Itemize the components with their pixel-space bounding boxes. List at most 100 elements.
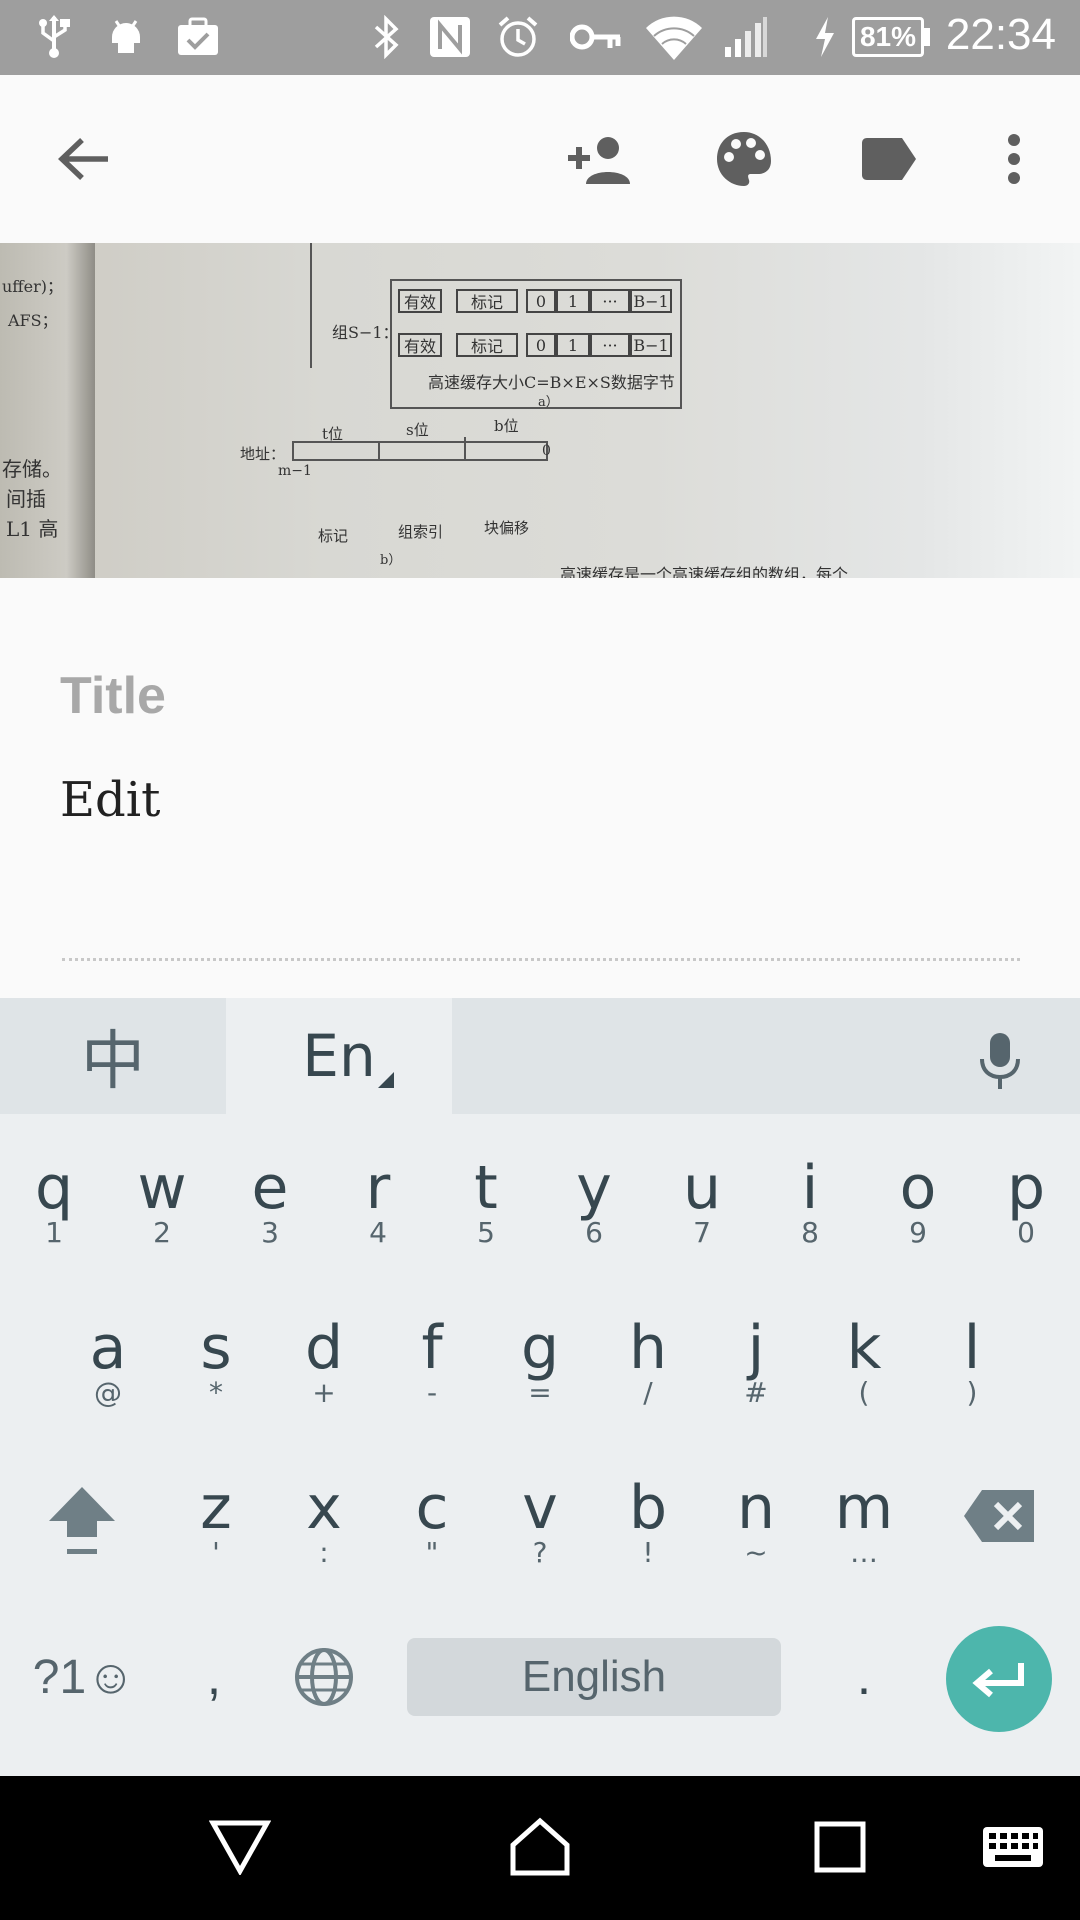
key-x[interactable]: x: xyxy=(270,1464,378,1594)
title-input[interactable]: Title xyxy=(60,666,166,726)
key-e[interactable]: e3 xyxy=(216,1144,324,1274)
enter-key[interactable] xyxy=(946,1626,1052,1732)
key-secondary: ) xyxy=(966,1376,978,1409)
key-y[interactable]: y6 xyxy=(540,1144,648,1274)
recents-icon[interactable] xyxy=(790,1802,890,1892)
key-letter: y xyxy=(576,1153,612,1223)
key-m[interactable]: m… xyxy=(810,1464,918,1594)
key-q[interactable]: q1 xyxy=(0,1144,108,1274)
key-v[interactable]: v? xyxy=(486,1464,594,1594)
key-c[interactable]: c " xyxy=(378,1464,486,1594)
dotted-divider xyxy=(62,958,1020,961)
english-input-tab[interactable]: En xyxy=(226,998,452,1114)
key-t[interactable]: t5 xyxy=(432,1144,540,1274)
usb-icon xyxy=(34,14,74,60)
key-secondary: 9 xyxy=(909,1216,927,1249)
index-segment-label: 组索引 xyxy=(398,523,444,541)
key-secondary: / xyxy=(643,1376,653,1409)
key-secondary: ' xyxy=(212,1536,220,1569)
key-j[interactable]: j # xyxy=(702,1304,810,1434)
key-letter: n xyxy=(736,1473,776,1543)
symbols-emoji-key[interactable]: ?1☺ xyxy=(24,1638,144,1716)
key-f[interactable]: f- xyxy=(378,1304,486,1434)
key-w[interactable]: w2 xyxy=(108,1144,216,1274)
key-g[interactable]: g = xyxy=(486,1304,594,1434)
key-secondary: # xyxy=(744,1376,768,1409)
key-letter: w xyxy=(137,1153,187,1223)
microphone-icon[interactable] xyxy=(965,1026,1035,1096)
key-secondary: 4 xyxy=(369,1216,387,1249)
palette-icon[interactable] xyxy=(704,119,784,199)
period-key[interactable]: . xyxy=(826,1638,902,1716)
key-d[interactable]: d + xyxy=(270,1304,378,1434)
charging-icon xyxy=(810,14,840,60)
key-l[interactable]: l) xyxy=(918,1304,1026,1434)
block-cell: ··· xyxy=(590,333,630,357)
margin-text: 间插 xyxy=(6,487,46,511)
key-letter: d xyxy=(304,1313,344,1383)
comma-key[interactable]: , xyxy=(174,1638,254,1716)
caption-a: a） xyxy=(538,395,559,410)
enter-arrow-icon xyxy=(972,1663,1024,1698)
key-o[interactable]: o9 xyxy=(864,1144,972,1274)
back-triangle-icon[interactable] xyxy=(190,1802,290,1892)
tag-cell: 标记 xyxy=(456,289,518,313)
address-divider xyxy=(378,441,380,461)
key-u[interactable]: u7 xyxy=(648,1144,756,1274)
home-icon[interactable] xyxy=(490,1802,590,1892)
key-secondary: ~ xyxy=(744,1536,768,1569)
key-secondary: 1 xyxy=(45,1216,63,1249)
margin-text: AFS； xyxy=(8,311,58,330)
key-i[interactable]: i8 xyxy=(756,1144,864,1274)
key-n[interactable]: n ~ xyxy=(702,1464,810,1594)
key-a[interactable]: a @ xyxy=(54,1304,162,1434)
clipboard-check-icon xyxy=(174,14,222,60)
nfc-icon xyxy=(426,14,474,60)
key-h[interactable]: h / xyxy=(594,1304,702,1434)
lsb-label: 0 xyxy=(542,443,551,459)
key-b[interactable]: b! xyxy=(594,1464,702,1594)
status-bar: 81% 22:34 xyxy=(0,0,1080,75)
backspace-key[interactable] xyxy=(962,1486,1038,1546)
key-letter: f xyxy=(421,1313,443,1383)
key-secondary: 8 xyxy=(801,1216,819,1249)
b-bits-label: b位 xyxy=(494,417,519,435)
address-divider xyxy=(464,437,466,459)
key-letter: s xyxy=(200,1313,232,1383)
address-bar xyxy=(292,441,548,461)
more-vert-icon[interactable] xyxy=(974,119,1054,199)
key-letter: a xyxy=(89,1313,127,1383)
key-letter: u xyxy=(682,1153,722,1223)
key-letter: r xyxy=(365,1153,391,1223)
note-image[interactable]: uffer)； AFS； 存储。 间插 L1 高 组S−1： 有效 标记 0 1… xyxy=(0,243,1080,578)
key-letter: q xyxy=(34,1153,74,1223)
block-cell: 0 xyxy=(526,333,556,357)
key-p[interactable]: p0 xyxy=(972,1144,1080,1274)
block-cell: ··· xyxy=(590,289,630,313)
label-icon[interactable] xyxy=(848,119,928,199)
key-letter: j xyxy=(747,1313,765,1383)
note-body-input[interactable]: Edit xyxy=(60,772,160,828)
note-toolbar xyxy=(0,75,1080,243)
key-secondary: 6 xyxy=(585,1216,603,1249)
key-secondary: - xyxy=(426,1376,438,1409)
tag-segment-label: 标记 xyxy=(318,527,349,545)
key-letter: g xyxy=(520,1313,560,1383)
add-collaborator-icon[interactable] xyxy=(560,119,640,199)
key-k[interactable]: k( xyxy=(810,1304,918,1434)
space-key[interactable]: English xyxy=(407,1638,781,1716)
key-secondary: ! xyxy=(642,1536,654,1569)
navigation-bar xyxy=(0,1776,1080,1920)
key-secondary: … xyxy=(850,1536,878,1569)
keyboard-switch-icon[interactable] xyxy=(968,1802,1058,1892)
globe-icon[interactable] xyxy=(286,1638,362,1716)
key-s[interactable]: s * xyxy=(162,1304,270,1434)
shift-key[interactable] xyxy=(40,1480,124,1560)
key-z[interactable]: z ' xyxy=(162,1464,270,1594)
back-arrow-icon[interactable] xyxy=(44,119,124,199)
key-secondary: 5 xyxy=(477,1216,495,1249)
key-r[interactable]: r4 xyxy=(324,1144,432,1274)
key-secondary: @ xyxy=(94,1376,122,1409)
key-letter: l xyxy=(963,1313,981,1383)
chinese-input-tab[interactable]: 中 xyxy=(0,998,226,1114)
